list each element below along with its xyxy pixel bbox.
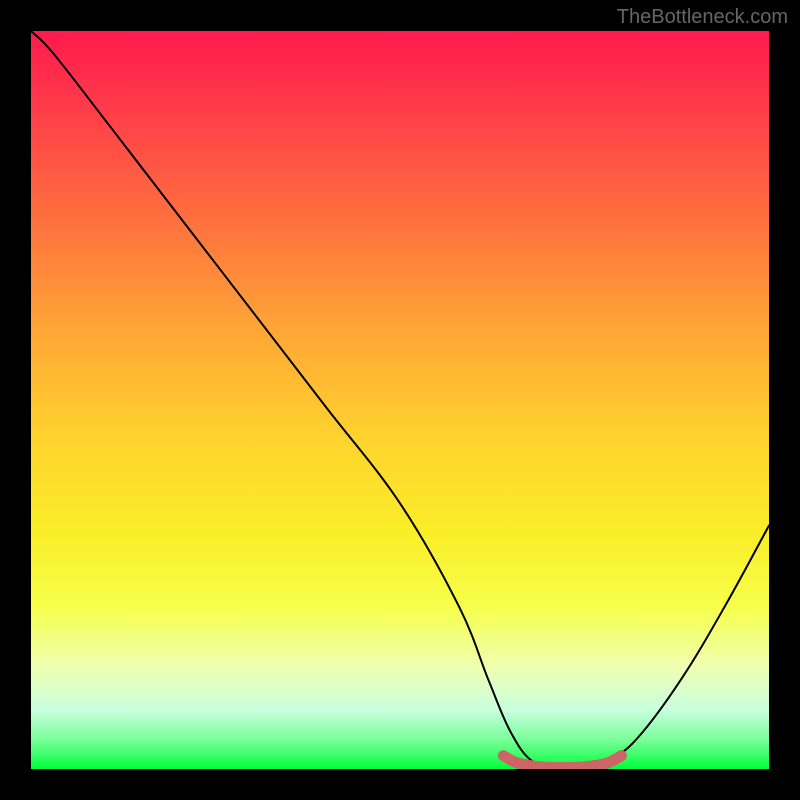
bottleneck-curve [31,31,769,769]
watermark-text: TheBottleneck.com [617,6,788,29]
plot-area [31,31,769,769]
chart-svg [31,31,769,769]
sweet-spot-highlight [503,756,621,768]
